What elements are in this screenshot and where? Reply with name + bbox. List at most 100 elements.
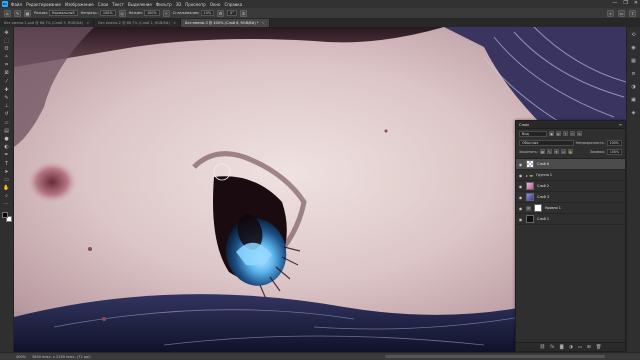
blur-tool-icon[interactable]: ●: [3, 136, 11, 142]
lasso-tool-icon[interactable]: ʘ: [3, 46, 11, 52]
menu-item-view[interactable]: Просмотр: [185, 2, 206, 7]
visibility-eye-icon[interactable]: ◉: [518, 195, 523, 200]
swatches-panel-icon[interactable]: ▦: [630, 57, 637, 64]
layer-row[interactable]: ◉ Слой 3: [516, 192, 625, 203]
eyedropper-tool-icon[interactable]: ⁄: [3, 79, 11, 85]
healing-brush-tool-icon[interactable]: ✚: [3, 87, 11, 93]
frame-tool-icon[interactable]: ⊠: [3, 71, 11, 77]
layer-thumbnail[interactable]: [526, 193, 534, 201]
foreground-color-swatch[interactable]: [1, 212, 8, 219]
new-group-icon[interactable]: ▭: [578, 345, 582, 350]
layer-row[interactable]: ◉ Слой 1: [516, 214, 625, 225]
search-icon[interactable]: ⌕: [607, 10, 614, 17]
blend-mode-select[interactable]: Обычные: [519, 139, 574, 146]
marquee-tool-icon[interactable]: ⬚: [3, 38, 11, 44]
link-layers-icon[interactable]: ⛓: [539, 345, 545, 350]
lock-transparency-icon[interactable]: ▦: [539, 149, 545, 154]
document-tab-3[interactable]: Без имени-3 @ 400% (Слой 6, RGB/8#) * ×: [181, 19, 270, 27]
clone-stamp-tool-icon[interactable]: ⊥: [3, 104, 11, 110]
menu-item-file[interactable]: Файл: [11, 2, 22, 7]
close-button[interactable]: ✕: [634, 0, 638, 6]
layer-fill-input[interactable]: 100%: [606, 148, 622, 155]
menu-item-window[interactable]: Окно: [210, 2, 221, 7]
close-tab-icon[interactable]: ×: [86, 21, 89, 25]
menu-item-filter[interactable]: Фильтр: [156, 2, 172, 7]
history-panel-icon[interactable]: ⟲: [630, 31, 637, 38]
brush-settings-icon[interactable]: ▦: [24, 9, 31, 17]
visibility-eye-icon[interactable]: ◉: [518, 162, 523, 167]
lock-all-icon[interactable]: 🔒: [567, 149, 573, 154]
magic-wand-tool-icon[interactable]: ✧: [3, 55, 11, 61]
zoom-tool-icon[interactable]: ⌕: [3, 194, 11, 200]
more-tools-icon[interactable]: ⋯: [3, 202, 11, 208]
home-icon[interactable]: ⌂: [4, 9, 11, 17]
zoom-level[interactable]: 400%: [16, 355, 26, 359]
dodge-tool-icon[interactable]: ◐: [3, 145, 11, 151]
history-brush-tool-icon[interactable]: ↺: [3, 112, 11, 118]
visibility-eye-icon[interactable]: ◉: [518, 206, 523, 211]
close-tab-icon[interactable]: ×: [173, 21, 176, 25]
smoothing-options-icon[interactable]: ⚙: [217, 9, 225, 17]
lock-position-icon[interactable]: ✥: [553, 149, 559, 154]
crop-tool-icon[interactable]: ⌗: [3, 63, 11, 69]
opacity-input[interactable]: 100%: [99, 10, 116, 16]
lock-pixels-icon[interactable]: ✎: [546, 149, 552, 154]
layer-thumbnail[interactable]: [526, 215, 534, 223]
visibility-eye-icon[interactable]: ◉: [518, 184, 523, 189]
folder-icon[interactable]: ▸ ▬: [526, 173, 533, 178]
mode-select[interactable]: Нормальный: [48, 10, 78, 16]
minimize-button[interactable]: —: [612, 0, 617, 6]
document-tab-2[interactable]: Без имени-2 @ 66,7% (Слой 2, RGB/8#) ×: [94, 19, 182, 27]
move-tool-icon[interactable]: ✥: [3, 30, 11, 36]
delete-layer-icon[interactable]: 🗑: [596, 345, 602, 350]
workspace-icon[interactable]: ▭: [618, 10, 625, 17]
menu-item-layer[interactable]: Слои: [98, 2, 108, 7]
visibility-eye-icon[interactable]: ◉: [518, 173, 523, 178]
brush-tool-icon[interactable]: ✎: [3, 96, 11, 102]
symmetry-icon[interactable]: ⧖: [239, 9, 247, 17]
pressure-opacity-icon[interactable]: ◎: [118, 9, 126, 17]
close-tab-icon[interactable]: ×: [262, 21, 265, 25]
color-swatches[interactable]: [1, 212, 12, 223]
filter-shape-icon[interactable]: ▭: [570, 131, 575, 136]
menu-item-type[interactable]: Текст: [112, 2, 124, 7]
gradient-tool-icon[interactable]: ▤: [3, 128, 11, 134]
maximize-button[interactable]: ❐: [623, 0, 627, 6]
menu-item-edit[interactable]: Редактирование: [26, 2, 61, 7]
layers-panel-title[interactable]: Слои: [519, 122, 529, 127]
panel-menu-icon[interactable]: ≡: [619, 122, 622, 127]
menu-item-help[interactable]: Справка: [224, 2, 242, 7]
filter-pixel-icon[interactable]: ▣: [549, 131, 554, 136]
layer-row[interactable]: ◉ Слой 2: [516, 181, 625, 192]
lock-artboard-icon[interactable]: ⊡: [560, 149, 566, 154]
menu-item-select[interactable]: Выделение: [128, 2, 152, 7]
layer-opacity-input[interactable]: 100%: [606, 139, 622, 146]
visibility-eye-icon[interactable]: ◉: [518, 217, 523, 222]
new-layer-icon[interactable]: ⊞: [587, 345, 591, 350]
menu-item-3d[interactable]: 3D: [176, 2, 182, 7]
layer-thumbnail[interactable]: [526, 182, 534, 190]
smoothing-input[interactable]: 10%: [200, 10, 215, 16]
path-selection-tool-icon[interactable]: ➤: [3, 169, 11, 175]
add-mask-icon[interactable]: ◙: [559, 345, 563, 350]
color-panel-icon[interactable]: ◉: [630, 44, 637, 51]
horizontal-scrollbar[interactable]: [385, 355, 605, 358]
properties-panel-icon[interactable]: ≡: [630, 70, 637, 77]
type-tool-icon[interactable]: T: [3, 161, 11, 167]
pen-tool-icon[interactable]: ✒: [3, 153, 11, 159]
layer-thumbnail[interactable]: [526, 160, 534, 168]
eraser-tool-icon[interactable]: ▱: [3, 120, 11, 126]
document-tab-1[interactable]: Без имени-1.psd @ 66,7% (Слой 5, RGB/8#)…: [0, 19, 95, 27]
shape-tool-icon[interactable]: ▭: [3, 177, 11, 183]
angle-input[interactable]: 0°: [227, 10, 237, 16]
layer-row[interactable]: ◉ ▤ Уровни 1: [516, 203, 625, 214]
adjustments-panel-icon[interactable]: ◑: [630, 83, 637, 90]
layer-row[interactable]: ◉ Слой 6: [516, 159, 625, 170]
brush-preset-icon[interactable]: ✎: [14, 9, 21, 17]
filter-smart-icon[interactable]: ⧉: [577, 131, 582, 136]
layer-row[interactable]: ◉ ▸ ▬ Группа 1: [516, 170, 625, 181]
flow-input[interactable]: 100%: [143, 10, 160, 16]
libraries-panel-icon[interactable]: ▣: [630, 96, 637, 103]
fx-icon[interactable]: fx: [550, 345, 554, 350]
filter-adjustment-icon[interactable]: ◐: [556, 131, 561, 136]
